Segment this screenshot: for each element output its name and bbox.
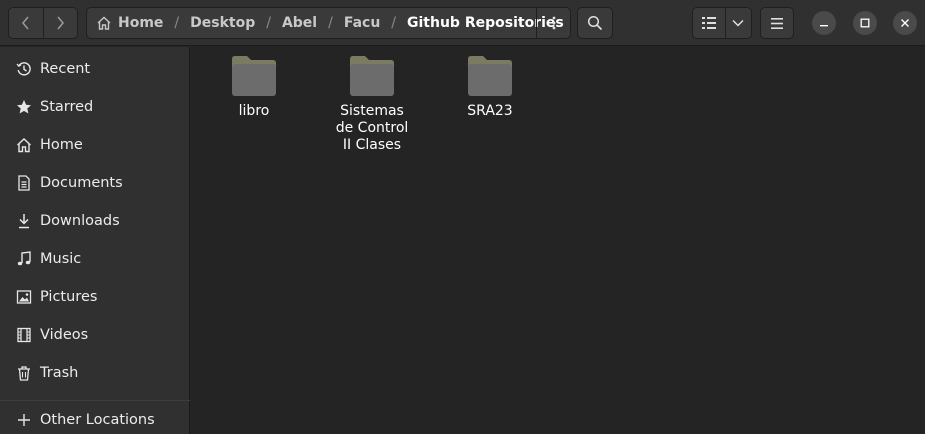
- picture-icon: [16, 289, 32, 305]
- sidebar: Recent Starred Home Documents Downloads: [0, 47, 190, 434]
- path-bar: Home / Desktop / Abel / Facu / Github Re…: [86, 7, 571, 39]
- breadcrumb-facu[interactable]: Facu: [344, 15, 380, 31]
- search-button[interactable]: [577, 7, 613, 39]
- view-switcher: [692, 7, 752, 39]
- sidebar-item-pictures[interactable]: Pictures: [0, 278, 190, 316]
- sidebar-item-label: Other Locations: [40, 412, 155, 428]
- sidebar-item-label: Recent: [40, 61, 91, 77]
- home-icon: [16, 137, 32, 153]
- sidebar-item-label: Documents: [40, 175, 123, 191]
- file-view: libro Sistemas de Control II Clases SRA2…: [191, 47, 925, 434]
- plus-icon: [16, 412, 32, 428]
- main-menu-button[interactable]: [760, 7, 794, 39]
- video-icon: [16, 327, 32, 343]
- sidebar-item-label: Home: [40, 137, 83, 153]
- sidebar-item-documents[interactable]: Documents: [0, 164, 190, 202]
- header-bar: Home / Desktop / Abel / Facu / Github Re…: [0, 0, 925, 46]
- sidebar-item-label: Downloads: [40, 213, 120, 229]
- chevron-left-icon: [21, 16, 29, 30]
- folder-item[interactable]: SRA23: [435, 55, 545, 120]
- folder-item[interactable]: libro: [199, 55, 309, 120]
- sidebar-item-label: Trash: [40, 365, 79, 381]
- sidebar-item-label: Starred: [40, 99, 94, 115]
- file-manager-window: Home / Desktop / Abel / Facu / Github Re…: [0, 0, 925, 434]
- sidebar-item-other-locations[interactable]: Other Locations: [0, 401, 190, 434]
- path-menu-button[interactable]: [536, 8, 570, 38]
- sidebar-item-starred[interactable]: Starred: [0, 88, 190, 126]
- view-options-dropdown[interactable]: [724, 8, 751, 38]
- folder-icon: [232, 56, 276, 96]
- sidebar-item-videos[interactable]: Videos: [0, 316, 190, 354]
- back-button[interactable]: [9, 8, 43, 38]
- close-icon: [901, 19, 909, 27]
- folder-icon: [350, 56, 394, 96]
- breadcrumb-separator: /: [391, 15, 397, 31]
- breadcrumb-separator: /: [174, 15, 180, 31]
- clock-icon: [16, 61, 32, 77]
- list-view-icon: [701, 17, 716, 29]
- sidebar-item-music[interactable]: Music: [0, 240, 190, 278]
- trash-icon: [16, 365, 32, 381]
- sidebar-item-trash[interactable]: Trash: [0, 354, 190, 392]
- breadcrumb-desktop[interactable]: Desktop: [190, 15, 255, 31]
- folder-item[interactable]: Sistemas de Control II Clases: [317, 55, 427, 154]
- chevron-right-icon: [57, 16, 65, 30]
- folder-name: libro: [238, 103, 270, 119]
- hamburger-menu-icon: [771, 17, 783, 29]
- document-icon: [16, 175, 32, 191]
- breadcrumb-separator: /: [328, 15, 333, 31]
- sidebar-item-label: Videos: [40, 327, 89, 343]
- download-icon: [16, 213, 32, 229]
- maximize-button[interactable]: [853, 11, 877, 35]
- vertical-dots-icon: [552, 16, 555, 30]
- list-view-button[interactable]: [693, 8, 725, 38]
- minimize-button[interactable]: [812, 11, 836, 35]
- sidebar-item-label: Pictures: [40, 289, 98, 305]
- breadcrumb-separator: /: [266, 15, 271, 31]
- breadcrumb-abel[interactable]: Abel: [282, 15, 317, 31]
- sidebar-item-downloads[interactable]: Downloads: [0, 202, 190, 240]
- maximize-icon: [860, 18, 870, 28]
- star-icon: [16, 99, 32, 115]
- close-button[interactable]: [893, 11, 917, 35]
- sidebar-item-label: Music: [40, 251, 82, 267]
- breadcrumb-home[interactable]: Home: [118, 15, 163, 31]
- forward-button[interactable]: [42, 8, 78, 38]
- folder-icon: [468, 56, 512, 96]
- sidebar-item-recent[interactable]: Recent: [0, 50, 190, 88]
- folder-name: Sistemas de Control II Clases: [335, 103, 409, 153]
- sidebar-item-home[interactable]: Home: [0, 126, 190, 164]
- music-icon: [16, 251, 32, 267]
- navigation-buttons: [8, 7, 78, 39]
- home-icon: [96, 15, 112, 31]
- chevron-down-icon: [732, 19, 744, 27]
- folder-name: SRA23: [467, 103, 513, 119]
- search-icon: [587, 15, 603, 31]
- minimize-icon: [820, 25, 828, 27]
